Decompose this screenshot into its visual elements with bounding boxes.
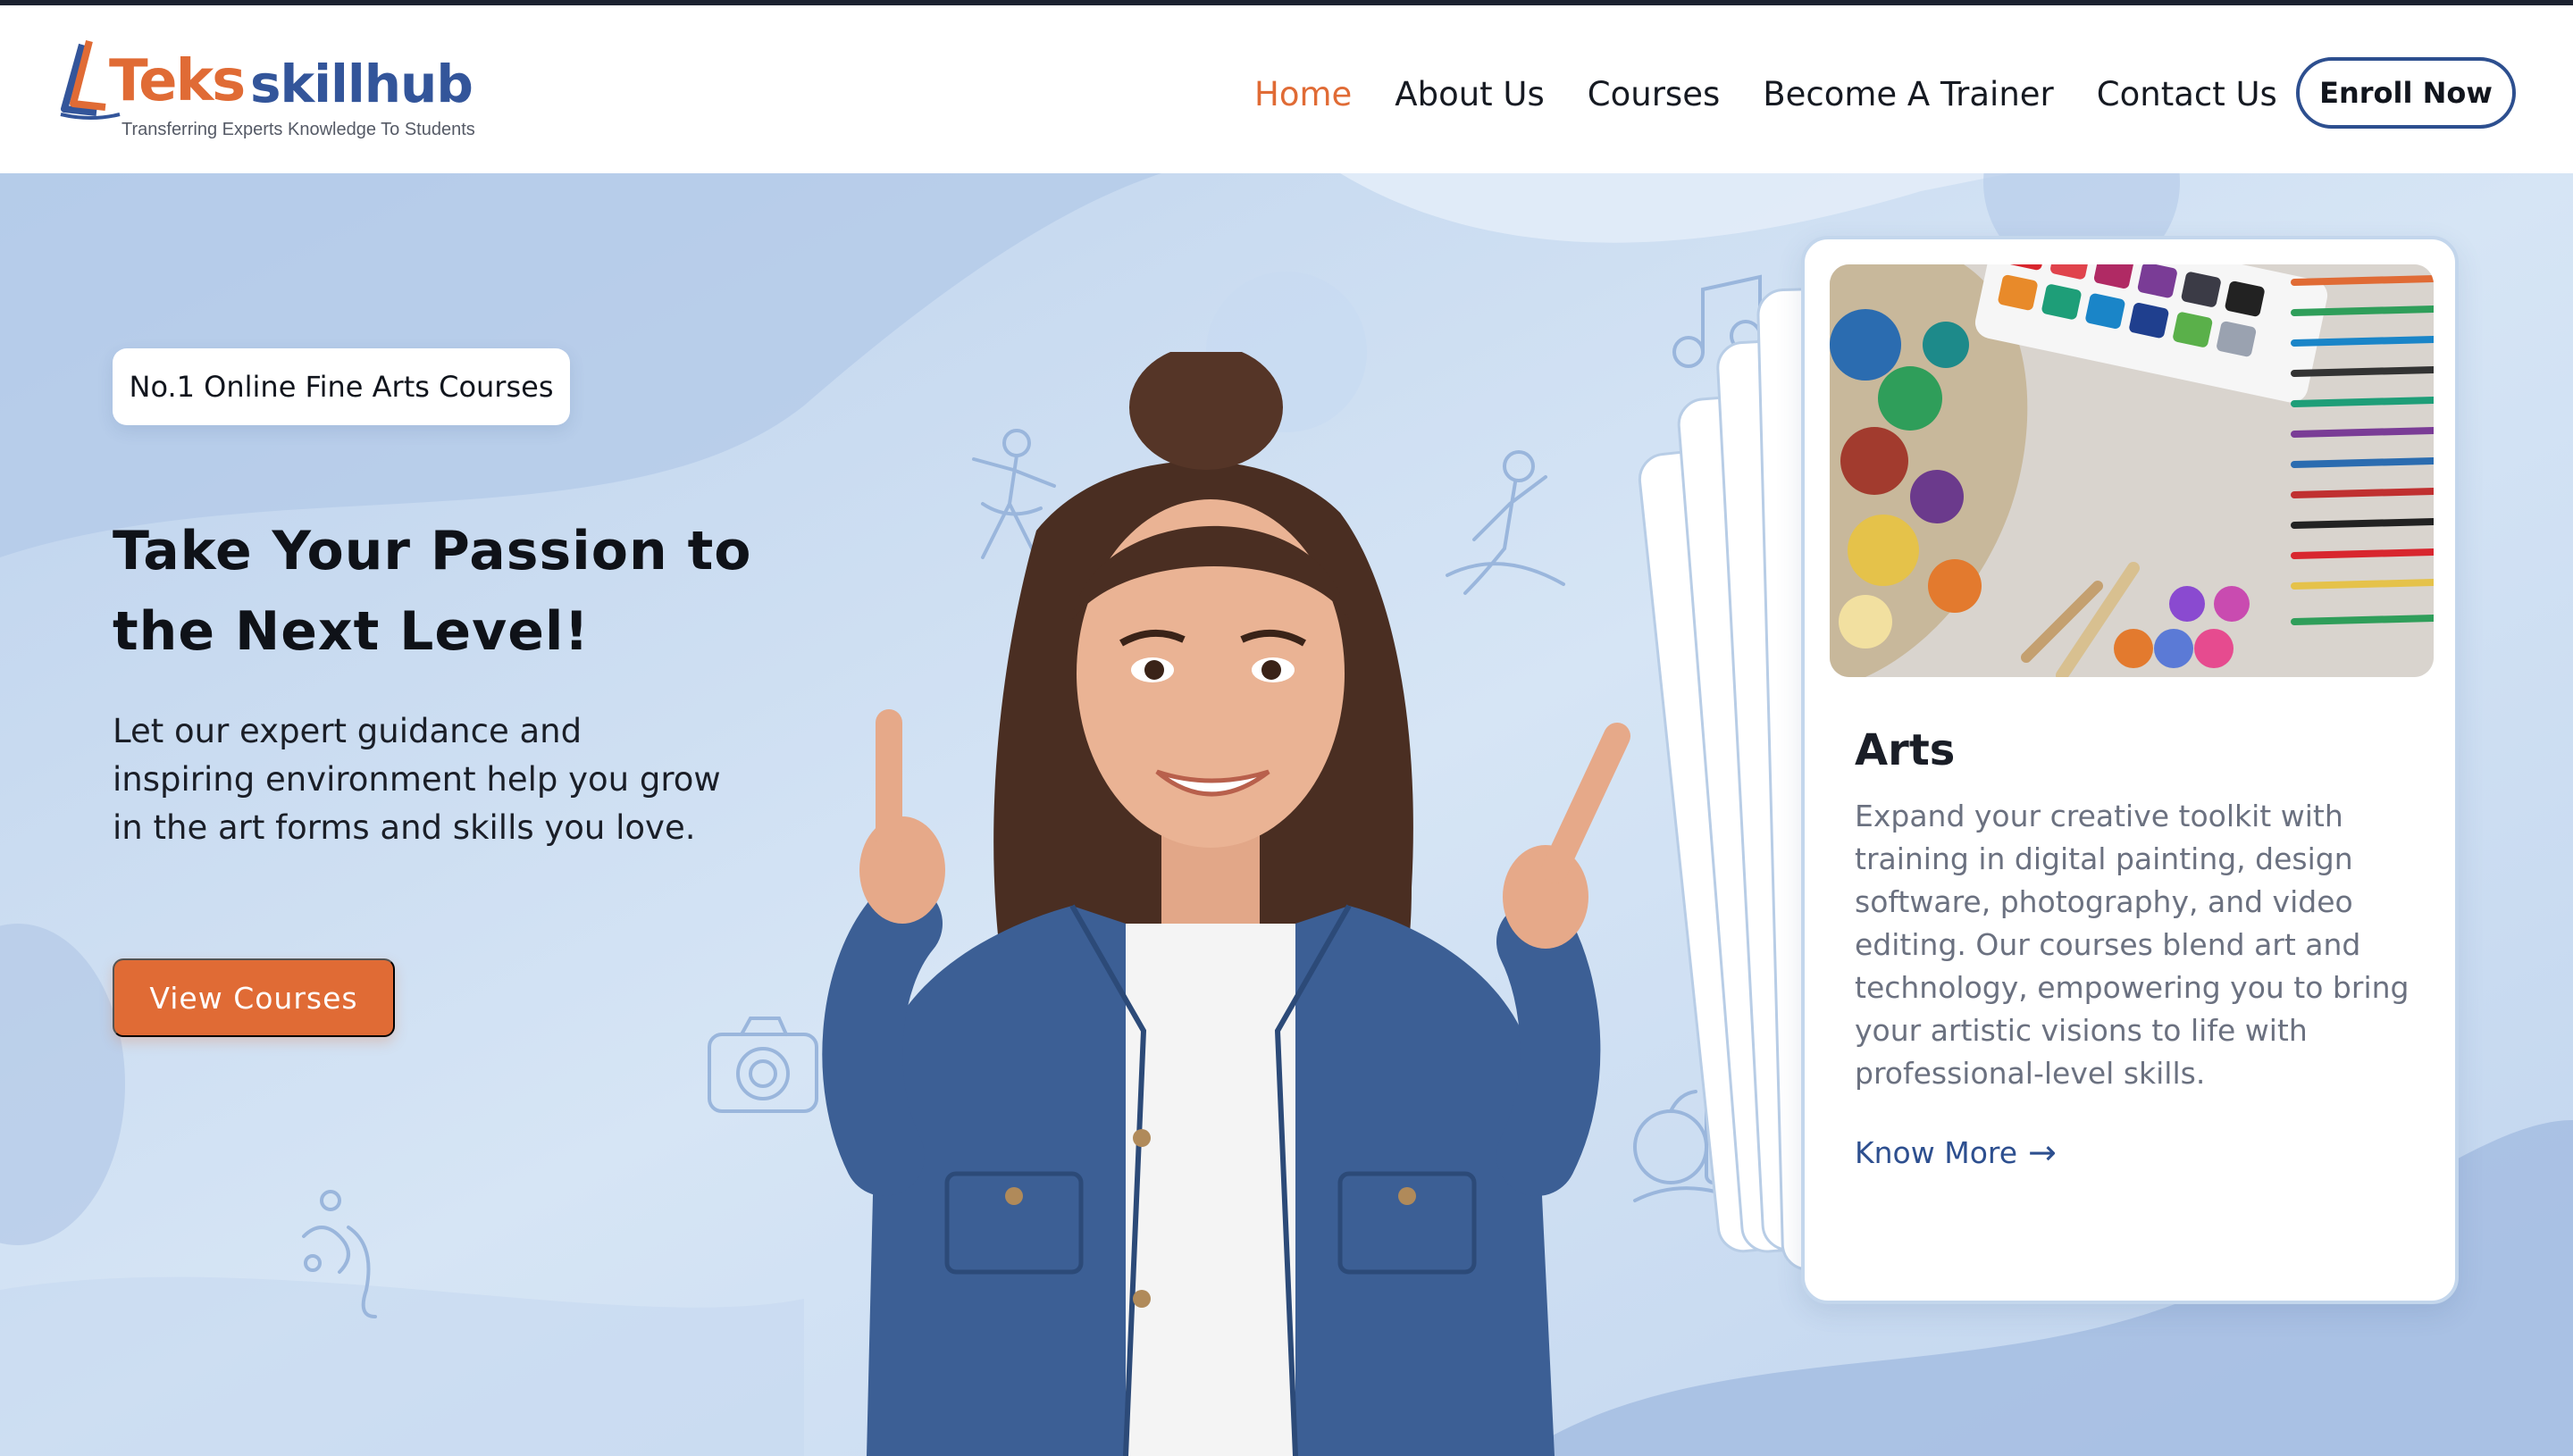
know-more-label: Know More: [1855, 1134, 2018, 1170]
nav-courses[interactable]: Courses: [1588, 75, 1720, 113]
site-header: Teks skillhub Transferring Experts Knowl…: [0, 5, 2573, 173]
card-image-art-supplies: [1830, 264, 2434, 677]
card-description: Expand your creative toolkit with traini…: [1855, 799, 2410, 1091]
course-card-arts[interactable]: Arts Expand your creative toolkit with t…: [1801, 236, 2459, 1304]
hero-headline-line1: Take Your Passion to: [113, 520, 752, 582]
card-title: Arts: [1855, 725, 1956, 775]
nav-home[interactable]: Home: [1254, 75, 1352, 113]
hero-badge: No.1 Online Fine Arts Courses: [113, 348, 570, 425]
art-supplies-illustration: [1830, 264, 2434, 677]
logo[interactable]: Teks skillhub Transferring Experts Knowl…: [55, 39, 475, 146]
logo-text-skillhub: skillhub: [250, 54, 474, 114]
hero-description-line3: in the art forms and skills you love.: [113, 808, 696, 847]
hero-description-line1: Let our expert guidance and: [113, 712, 582, 750]
arrow-right-icon: →: [2028, 1133, 2057, 1172]
hero-headline: Take Your Passion to the Next Level!: [113, 511, 792, 672]
view-courses-button[interactable]: View Courses: [113, 958, 395, 1037]
nav-about-us[interactable]: About Us: [1395, 75, 1545, 113]
hero-headline-line2: the Next Level!: [113, 600, 590, 663]
know-more-link[interactable]: Know More →: [1855, 1133, 2057, 1172]
logo-tagline: Transferring Experts Knowledge To Studen…: [122, 120, 475, 139]
main-nav: Home About Us Courses Become A Trainer C…: [1254, 75, 2277, 113]
hero-student-photo: [822, 352, 1630, 1456]
hero-description-line2: inspiring environment help you grow: [113, 760, 721, 799]
hero-description: Let our expert guidance and inspiring en…: [113, 707, 738, 852]
sketch-icon: [302, 1190, 377, 1318]
enroll-now-button[interactable]: Enroll Now: [2296, 57, 2516, 129]
logo-text-teks: Teks: [109, 48, 246, 114]
hero-section: No.1 Online Fine Arts Courses Take Your …: [0, 173, 2573, 1456]
nav-become-a-trainer[interactable]: Become A Trainer: [1763, 75, 2054, 113]
nav-contact-us[interactable]: Contact Us: [2097, 75, 2277, 113]
